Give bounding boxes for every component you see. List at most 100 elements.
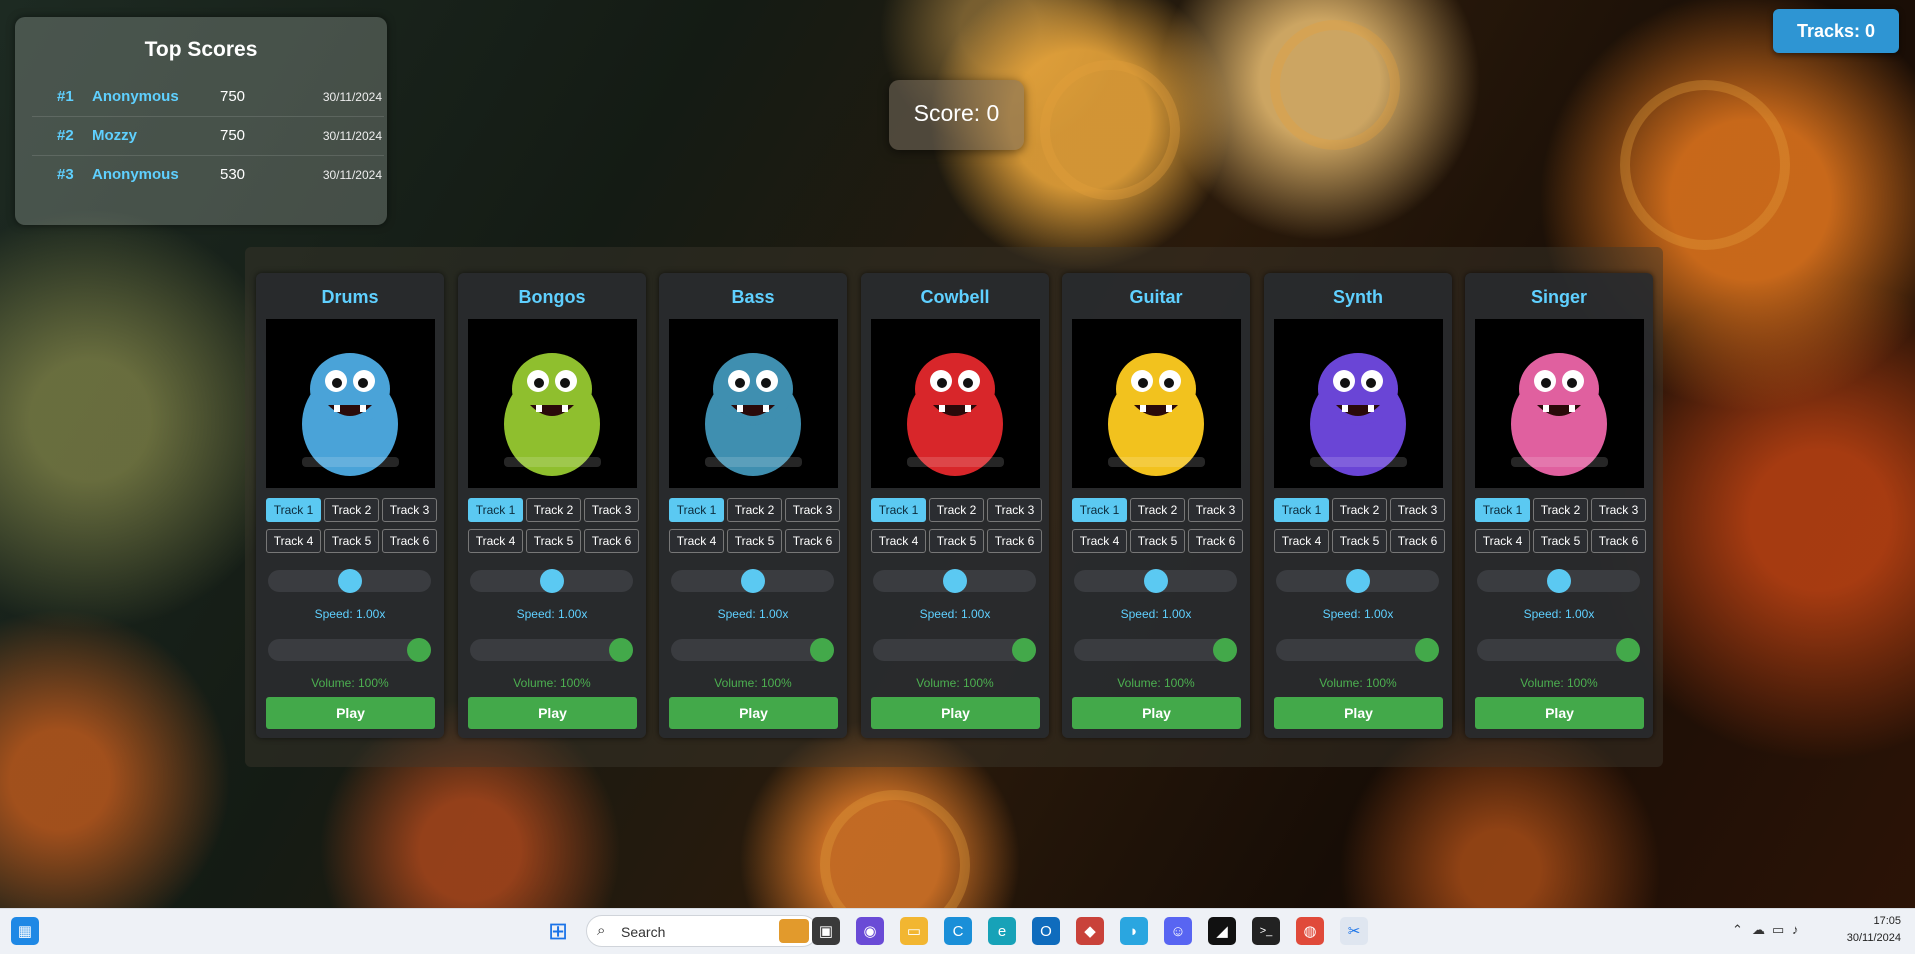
- volume-slider[interactable]: [268, 638, 431, 662]
- speed-slider[interactable]: [873, 569, 1036, 593]
- onedrive-icon[interactable]: ☁: [1752, 922, 1765, 938]
- track-button-5[interactable]: Track 5: [1332, 529, 1387, 553]
- track-button-2[interactable]: Track 2: [727, 498, 782, 522]
- terminal-icon[interactable]: >_: [1252, 917, 1280, 945]
- track-button-2[interactable]: Track 2: [1130, 498, 1185, 522]
- track-button-2[interactable]: Track 2: [929, 498, 984, 522]
- speed-slider-knob[interactable]: [943, 569, 967, 593]
- track-button-3[interactable]: Track 3: [785, 498, 840, 522]
- widgets-icon[interactable]: ▦: [11, 917, 39, 945]
- volume-slider[interactable]: [1477, 638, 1640, 662]
- track-button-4[interactable]: Track 4: [468, 529, 523, 553]
- track-button-4[interactable]: Track 4: [669, 529, 724, 553]
- system-clock[interactable]: 17:05 30/11/2024: [1847, 913, 1901, 947]
- network-icon[interactable]: ▭: [1772, 922, 1784, 938]
- app-red-icon[interactable]: ◆: [1076, 917, 1104, 945]
- track-button-1[interactable]: Track 1: [669, 498, 724, 522]
- taskbar-search[interactable]: ⌕ Search: [586, 915, 818, 947]
- play-button[interactable]: Play: [1475, 697, 1644, 729]
- edge-browser-icon[interactable]: e: [988, 917, 1016, 945]
- track-button-6[interactable]: Track 6: [382, 529, 437, 553]
- speed-slider-knob[interactable]: [1346, 569, 1370, 593]
- track-button-4[interactable]: Track 4: [266, 529, 321, 553]
- track-button-2[interactable]: Track 2: [1533, 498, 1588, 522]
- file-explorer-icon[interactable]: ▭: [900, 917, 928, 945]
- track-button-1[interactable]: Track 1: [468, 498, 523, 522]
- track-button-4[interactable]: Track 4: [871, 529, 926, 553]
- outlook-icon[interactable]: O: [1032, 917, 1060, 945]
- play-button[interactable]: Play: [266, 697, 435, 729]
- play-button[interactable]: Play: [1274, 697, 1443, 729]
- volume-slider-knob[interactable]: [1415, 638, 1439, 662]
- volume-slider-knob[interactable]: [1616, 638, 1640, 662]
- speed-slider[interactable]: [1074, 569, 1237, 593]
- track-button-2[interactable]: Track 2: [1332, 498, 1387, 522]
- track-button-2[interactable]: Track 2: [324, 498, 379, 522]
- track-button-1[interactable]: Track 1: [1475, 498, 1530, 522]
- speed-slider[interactable]: [1477, 569, 1640, 593]
- track-button-1[interactable]: Track 1: [871, 498, 926, 522]
- volume-slider[interactable]: [1276, 638, 1439, 662]
- discord-icon[interactable]: ☺: [1164, 917, 1192, 945]
- track-button-3[interactable]: Track 3: [987, 498, 1042, 522]
- track-button-3[interactable]: Track 3: [584, 498, 639, 522]
- track-button-6[interactable]: Track 6: [1390, 529, 1445, 553]
- speed-slider-knob[interactable]: [1547, 569, 1571, 593]
- chat-icon[interactable]: ◉: [856, 917, 884, 945]
- track-button-3[interactable]: Track 3: [1390, 498, 1445, 522]
- volume-slider-knob[interactable]: [1213, 638, 1237, 662]
- track-button-5[interactable]: Track 5: [324, 529, 379, 553]
- track-button-6[interactable]: Track 6: [987, 529, 1042, 553]
- speed-slider-knob[interactable]: [338, 569, 362, 593]
- volume-slider[interactable]: [873, 638, 1036, 662]
- volume-slider-knob[interactable]: [1012, 638, 1036, 662]
- track-button-5[interactable]: Track 5: [526, 529, 581, 553]
- play-button[interactable]: Play: [468, 697, 637, 729]
- track-button-6[interactable]: Track 6: [1188, 529, 1243, 553]
- volume-icon[interactable]: ♪: [1792, 922, 1799, 937]
- score-points: 530: [220, 166, 246, 183]
- track-button-1[interactable]: Track 1: [1072, 498, 1127, 522]
- app-blue-icon[interactable]: ◗: [1120, 917, 1148, 945]
- track-button-4[interactable]: Track 4: [1475, 529, 1530, 553]
- chrome-icon[interactable]: ◍: [1296, 917, 1324, 945]
- volume-slider-knob[interactable]: [609, 638, 633, 662]
- track-button-3[interactable]: Track 3: [1591, 498, 1646, 522]
- track-button-5[interactable]: Track 5: [929, 529, 984, 553]
- tray-chevron-icon[interactable]: ⌃: [1732, 922, 1743, 938]
- speed-slider[interactable]: [1276, 569, 1439, 593]
- app-dark-icon[interactable]: ◢: [1208, 917, 1236, 945]
- track-button-5[interactable]: Track 5: [1130, 529, 1185, 553]
- start-icon[interactable]: ⊞: [544, 917, 572, 945]
- track-button-5[interactable]: Track 5: [1533, 529, 1588, 553]
- speed-slider-knob[interactable]: [540, 569, 564, 593]
- speed-slider-knob[interactable]: [741, 569, 765, 593]
- track-button-4[interactable]: Track 4: [1274, 529, 1329, 553]
- speed-slider[interactable]: [470, 569, 633, 593]
- track-button-3[interactable]: Track 3: [382, 498, 437, 522]
- track-button-4[interactable]: Track 4: [1072, 529, 1127, 553]
- track-button-6[interactable]: Track 6: [1591, 529, 1646, 553]
- track-button-5[interactable]: Track 5: [727, 529, 782, 553]
- speed-slider[interactable]: [671, 569, 834, 593]
- play-button[interactable]: Play: [1072, 697, 1241, 729]
- volume-slider[interactable]: [671, 638, 834, 662]
- volume-slider[interactable]: [470, 638, 633, 662]
- volume-slider-knob[interactable]: [810, 638, 834, 662]
- track-button-2[interactable]: Track 2: [526, 498, 581, 522]
- speed-slider-knob[interactable]: [1144, 569, 1168, 593]
- speed-slider[interactable]: [268, 569, 431, 593]
- track-button-6[interactable]: Track 6: [785, 529, 840, 553]
- volume-slider[interactable]: [1074, 638, 1237, 662]
- track-button-6[interactable]: Track 6: [584, 529, 639, 553]
- volume-slider-knob[interactable]: [407, 638, 431, 662]
- track-button-1[interactable]: Track 1: [1274, 498, 1329, 522]
- play-button[interactable]: Play: [669, 697, 838, 729]
- search-placeholder: Search: [621, 924, 666, 940]
- snipping-tool-icon[interactable]: ✂: [1340, 917, 1368, 945]
- play-button[interactable]: Play: [871, 697, 1040, 729]
- track-button-3[interactable]: Track 3: [1188, 498, 1243, 522]
- task-view-icon[interactable]: ▣: [812, 917, 840, 945]
- app-c-icon[interactable]: C: [944, 917, 972, 945]
- track-button-1[interactable]: Track 1: [266, 498, 321, 522]
